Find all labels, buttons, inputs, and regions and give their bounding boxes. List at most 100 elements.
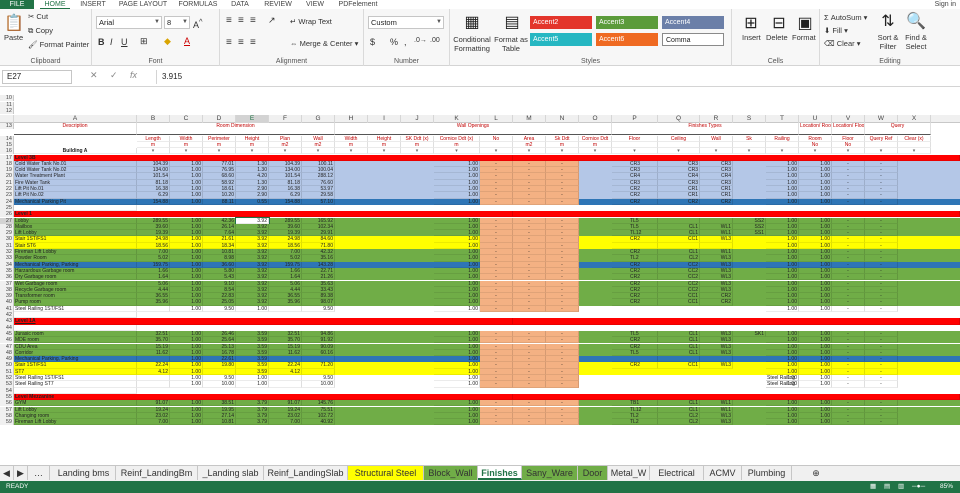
dimension-cell[interactable]: 3.79 bbox=[236, 419, 269, 426]
column-header-x[interactable]: X bbox=[898, 115, 931, 123]
insert-cells-icon[interactable]: ⊞ bbox=[740, 13, 762, 33]
dimension-cell[interactable]: 7.00 bbox=[269, 419, 302, 426]
column-header-w[interactable]: W bbox=[865, 115, 898, 123]
align-left-icon[interactable]: ≡ bbox=[226, 37, 232, 48]
dimension-cell[interactable]: 1.00 bbox=[170, 419, 203, 426]
cell-style-accent4[interactable]: Accent4 bbox=[662, 16, 724, 29]
autosum-button[interactable]: Σ AutoSum ▾ bbox=[824, 13, 867, 22]
bold-button[interactable]: B bbox=[98, 37, 105, 47]
ribbon-tab-view[interactable]: VIEW bbox=[302, 0, 328, 9]
font-color-icon[interactable]: A bbox=[184, 36, 190, 46]
sheet-tab-door[interactable]: Door bbox=[578, 466, 608, 480]
format-painter-button[interactable]: 🖌 Format Painter bbox=[28, 40, 89, 49]
decrease-decimal-icon[interactable]: .00 bbox=[430, 37, 440, 44]
conditional-formatting-button[interactable]: Conditional Formatting bbox=[452, 35, 492, 53]
delete-cells-icon[interactable]: ⊟ bbox=[768, 13, 790, 33]
copy-button[interactable]: ⧉ Copy bbox=[28, 26, 53, 36]
paste-button[interactable]: Paste bbox=[4, 33, 23, 42]
format-as-table-icon[interactable]: ▤ bbox=[502, 12, 522, 32]
underline-button[interactable]: U bbox=[121, 37, 128, 47]
sort-filter-icon[interactable]: ⇅ bbox=[878, 11, 898, 31]
cut-button[interactable]: ✂ Cut bbox=[28, 12, 48, 21]
cell-style-accent3[interactable]: Accent3 bbox=[596, 16, 658, 29]
select-all-corner[interactable] bbox=[0, 115, 14, 123]
column-header-v[interactable]: V bbox=[832, 115, 865, 123]
deduction-cell[interactable]: - bbox=[513, 419, 546, 426]
column-header-j[interactable]: J bbox=[401, 115, 434, 123]
sheet-tab-acmv[interactable]: ACMV bbox=[704, 466, 742, 480]
column-header-t[interactable]: T bbox=[766, 115, 799, 123]
insert-button[interactable]: Insert bbox=[742, 33, 761, 42]
sheet-tab-sany-ware[interactable]: Sany_Ware bbox=[522, 466, 578, 480]
ribbon-tab-home[interactable]: HOME bbox=[40, 0, 70, 9]
view-normal-icon[interactable]: ▦ bbox=[870, 481, 876, 493]
fill-color-icon[interactable]: ◆ bbox=[164, 36, 171, 47]
paste-icon[interactable]: 📋 bbox=[4, 13, 24, 33]
column-header-b[interactable]: B bbox=[137, 115, 170, 123]
format-cells-icon[interactable]: ▣ bbox=[794, 13, 816, 33]
next-sheet-icon[interactable]: ▶ bbox=[14, 466, 28, 480]
currency-button[interactable]: $ bbox=[370, 37, 375, 47]
clear-button[interactable]: ⌫ Clear ▾ bbox=[824, 39, 861, 48]
worksheet-grid[interactable]: 10 11 12 ABCDEFGHIJKLMNOPQRSTUVWX 13 Descri… bbox=[0, 87, 960, 465]
row-number[interactable]: 59 bbox=[0, 419, 14, 426]
column-header-l[interactable]: L bbox=[480, 115, 513, 123]
cell-style-accent5[interactable]: Accent5 bbox=[530, 33, 592, 46]
merge-center-button[interactable]: ⇔ Merge & Center ▾ bbox=[290, 39, 358, 48]
name-box[interactable]: E27 bbox=[2, 70, 72, 84]
ribbon-tab-page-layout[interactable]: PAGE LAYOUT bbox=[116, 0, 170, 9]
increase-decimal-icon[interactable]: .0→ bbox=[414, 37, 427, 44]
wall-finish-cell[interactable]: WL3 bbox=[700, 419, 733, 426]
sort-filter-button[interactable]: Sort & Filter bbox=[874, 33, 902, 51]
formula-input[interactable]: 3.915 bbox=[156, 70, 958, 84]
column-header-o[interactable]: O bbox=[579, 115, 612, 123]
column-header-k[interactable]: K bbox=[434, 115, 480, 123]
delete-button[interactable]: Delete bbox=[766, 33, 788, 42]
ribbon-tab-file[interactable]: FILE bbox=[0, 0, 34, 9]
cell-style-accent6[interactable]: Accent6 bbox=[596, 33, 658, 46]
ribbon-tab-data[interactable]: DATA bbox=[226, 0, 254, 9]
sheet-tab-landing-bms[interactable]: Landing bms bbox=[52, 466, 116, 480]
ribbon-tab-formulas[interactable]: FORMULAS bbox=[176, 0, 220, 9]
percent-button[interactable]: % bbox=[390, 37, 398, 47]
column-header-g[interactable]: G bbox=[302, 115, 335, 123]
deduction-cell[interactable]: - bbox=[480, 419, 513, 426]
sheet-tab-reinf-landingbm[interactable]: Reinf_LandingBm bbox=[116, 466, 198, 480]
sheet-tab-electrical[interactable]: Electrical bbox=[650, 466, 704, 480]
column-header-m[interactable]: M bbox=[513, 115, 546, 123]
wrap-text-button[interactable]: ↵ Wrap Text bbox=[290, 17, 332, 26]
dimension-cell[interactable]: 10.81 bbox=[203, 419, 236, 426]
location-floor-cell[interactable]: 1.00 bbox=[799, 419, 832, 426]
sign-in-link[interactable]: Sign in bbox=[935, 0, 956, 9]
sheet-tab-block-wall[interactable]: Block_Wall bbox=[424, 466, 478, 480]
sheet-tab-structural-steel[interactable]: Structural Steel bbox=[348, 466, 424, 480]
format-as-table-button[interactable]: Format as Table bbox=[492, 35, 530, 53]
cell-style-comma[interactable]: Comma bbox=[662, 33, 724, 46]
view-pagebreak-icon[interactable]: ▥ bbox=[898, 481, 904, 493]
query-cell[interactable]: - bbox=[832, 419, 865, 426]
dimension-cell[interactable]: 40.92 bbox=[302, 419, 335, 426]
column-header-f[interactable]: F bbox=[269, 115, 302, 123]
row-number[interactable]: 13 bbox=[0, 123, 14, 130]
align-bottom-icon[interactable]: ≡ bbox=[250, 15, 256, 26]
deduction-cell[interactable]: - bbox=[546, 419, 579, 426]
column-header-n[interactable]: N bbox=[546, 115, 579, 123]
align-center-icon[interactable]: ≡ bbox=[238, 37, 244, 48]
clear-cell[interactable]: - bbox=[865, 419, 898, 426]
row-number[interactable]: 12 bbox=[0, 108, 14, 115]
column-header-p[interactable]: P bbox=[612, 115, 658, 123]
function-icon[interactable]: fx bbox=[130, 70, 137, 80]
row-number[interactable]: 11 bbox=[0, 101, 14, 108]
column-header-e[interactable]: E bbox=[236, 115, 269, 123]
font-name-combo[interactable]: Arial ▼ bbox=[96, 16, 162, 29]
column-header-q[interactable]: Q bbox=[658, 115, 700, 123]
floor-finish-cell[interactable]: TL2 bbox=[612, 419, 658, 426]
column-header-r[interactable]: R bbox=[700, 115, 733, 123]
cancel-icon[interactable]: ✕ bbox=[90, 70, 98, 81]
fill-button[interactable]: ⬇ Fill ▾ bbox=[824, 26, 848, 35]
cell-style-accent2[interactable]: Accent2 bbox=[530, 16, 592, 29]
italic-button[interactable]: I bbox=[110, 37, 113, 47]
count-cell[interactable]: 1.00 bbox=[434, 419, 480, 426]
row-number[interactable]: 10 bbox=[0, 95, 14, 102]
conditional-formatting-icon[interactable]: ▦ bbox=[462, 12, 482, 32]
